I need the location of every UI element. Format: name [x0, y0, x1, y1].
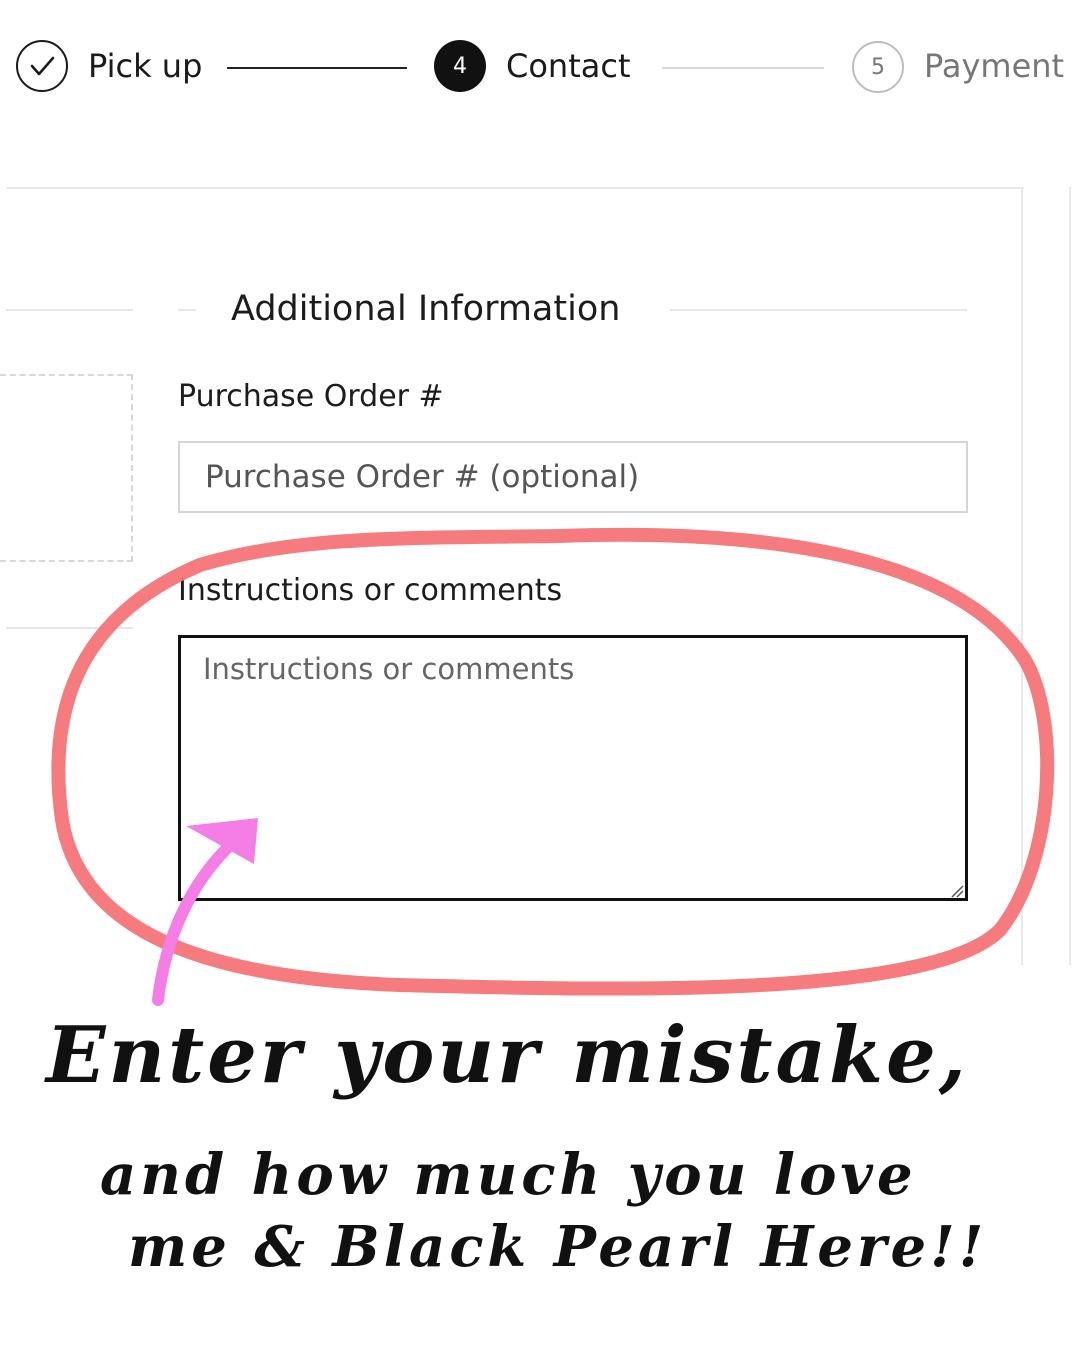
step-connector-1 [227, 67, 407, 69]
check-icon [30, 56, 55, 76]
step-contact-number[interactable]: 4 [434, 40, 486, 92]
step-connector-2 [662, 67, 824, 69]
comments-label: Instructions or comments [178, 573, 563, 608]
resize-handle-icon[interactable] [950, 884, 964, 898]
panel-right-border [1021, 187, 1023, 965]
purchase-order-input[interactable] [178, 441, 968, 513]
step-pickup-label[interactable]: Pick up [88, 46, 202, 86]
po-label: Purchase Order # [178, 379, 444, 414]
left-panel-dropzone [0, 374, 133, 562]
step-contact-label[interactable]: Contact [506, 46, 631, 86]
annotation-line-2: and how much you love [100, 1142, 917, 1208]
step-payment-label[interactable]: Payment [924, 46, 1064, 86]
section-title-rule-right [670, 309, 967, 311]
annotation-line-3: me & Black Pearl Here!! [128, 1214, 988, 1280]
step-payment-number[interactable]: 5 [852, 41, 904, 93]
left-panel-divider-bottom [6, 627, 133, 629]
section-title-rule-left [178, 309, 196, 311]
step-pickup-check-icon[interactable] [16, 40, 68, 92]
side-panel-edge [1069, 187, 1071, 965]
panel-top-border [6, 187, 1024, 189]
section-title: Additional Information [231, 289, 621, 329]
comments-textarea[interactable] [178, 635, 968, 901]
left-panel-divider [6, 309, 133, 311]
annotation-line-1: Enter your mistake, [46, 1010, 969, 1101]
